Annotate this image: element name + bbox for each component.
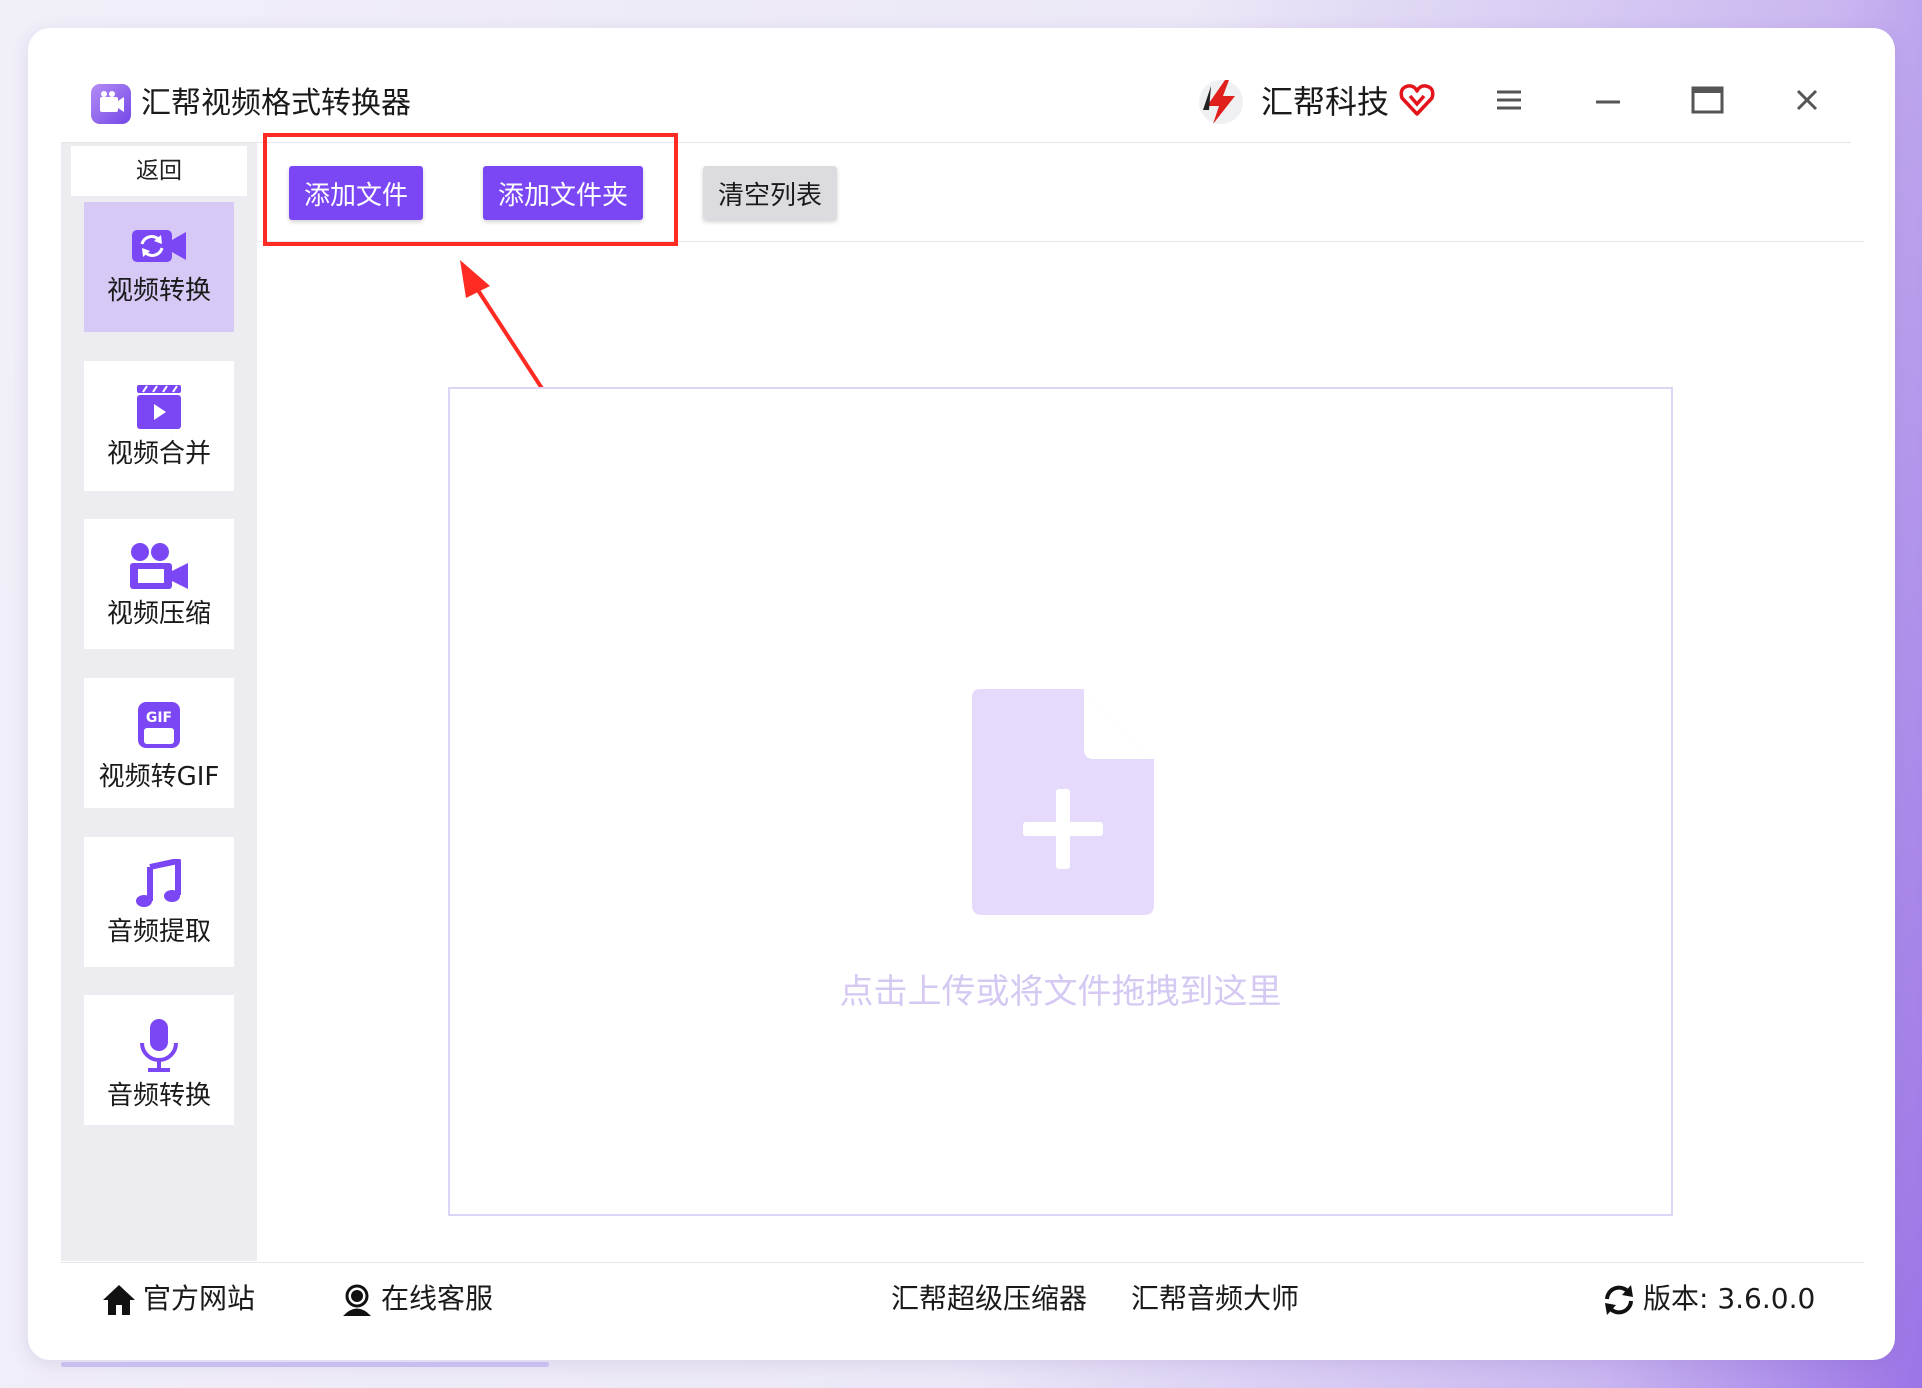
annotation-highlight-box	[263, 133, 678, 246]
video-compress-icon	[130, 543, 188, 589]
drop-hint-text: 点击上传或将文件拖拽到这里	[839, 972, 1282, 1012]
minimize-icon[interactable]	[1578, 76, 1638, 126]
super-compressor-link[interactable]: 汇帮超级压缩器	[891, 1279, 1087, 1319]
video-convert-icon	[132, 230, 186, 262]
sidebar-item-audio-extract[interactable]: 音频提取	[84, 837, 234, 967]
app-title: 汇帮视频格式转换器	[141, 86, 411, 121]
maximize-icon[interactable]	[1677, 76, 1737, 126]
title-bar: 汇帮视频格式转换器 汇帮科技	[61, 56, 1851, 143]
refresh-icon	[1605, 1285, 1633, 1315]
sidebar-item-video-merge[interactable]: 视频合并	[84, 361, 234, 491]
home-icon	[103, 1285, 135, 1315]
gif-icon: GIF	[138, 702, 180, 748]
official-website-label: 官方网站	[143, 1282, 256, 1315]
hamburger-menu-icon[interactable]	[1479, 76, 1539, 126]
footer: 官方网站 在线客服 汇帮超级压缩器 汇帮音频大师 版本: 3.6.0.0	[61, 1262, 1864, 1335]
microphone-icon	[140, 1019, 178, 1072]
sidebar-item-label: 音频转换	[106, 1081, 211, 1111]
file-add-icon	[972, 689, 1154, 915]
horizontal-scrollbar[interactable]	[61, 1362, 549, 1367]
sidebar-item-audio-convert[interactable]: 音频转换	[84, 995, 234, 1125]
customer-service-icon	[343, 1284, 371, 1316]
brand-name: 汇帮科技	[1261, 83, 1390, 121]
back-button[interactable]: 返回	[71, 146, 247, 196]
sidebar-item-label: 视频压缩	[106, 599, 211, 629]
svg-text:GIF: GIF	[146, 710, 172, 726]
version-info[interactable]: 版本: 3.6.0.0	[1601, 1279, 1815, 1319]
brand-logo-icon	[1199, 80, 1243, 124]
close-icon[interactable]	[1777, 76, 1837, 126]
app-logo-icon	[91, 84, 131, 124]
vip-heart-icon[interactable]	[1397, 80, 1437, 120]
clear-list-button[interactable]: 清空列表	[703, 166, 837, 220]
version-label: 版本: 3.6.0.0	[1643, 1282, 1816, 1315]
sidebar-item-label: 视频合并	[106, 439, 211, 469]
video-merge-icon	[137, 385, 181, 429]
sidebar-item-label: 视频转换	[106, 276, 211, 306]
official-website-link[interactable]: 官方网站	[101, 1279, 255, 1319]
file-drop-zone[interactable]: 点击上传或将文件拖拽到这里	[448, 387, 1673, 1216]
sidebar-item-label: 音频提取	[106, 917, 211, 947]
music-note-icon	[136, 859, 181, 907]
audio-master-link[interactable]: 汇帮音频大师	[1131, 1279, 1299, 1319]
sidebar: 返回 视频转换 视频合并 视频压缩 GIF 视频转GIF 音频提取 音频转换	[61, 143, 257, 1261]
sidebar-item-video-to-gif[interactable]: GIF 视频转GIF	[84, 678, 234, 808]
online-support-link[interactable]: 在线客服	[339, 1279, 493, 1319]
sidebar-item-video-convert[interactable]: 视频转换	[84, 202, 234, 332]
sidebar-item-label: 视频转GIF	[98, 762, 220, 792]
online-support-label: 在线客服	[381, 1282, 494, 1315]
sidebar-item-video-compress[interactable]: 视频压缩	[84, 519, 234, 649]
